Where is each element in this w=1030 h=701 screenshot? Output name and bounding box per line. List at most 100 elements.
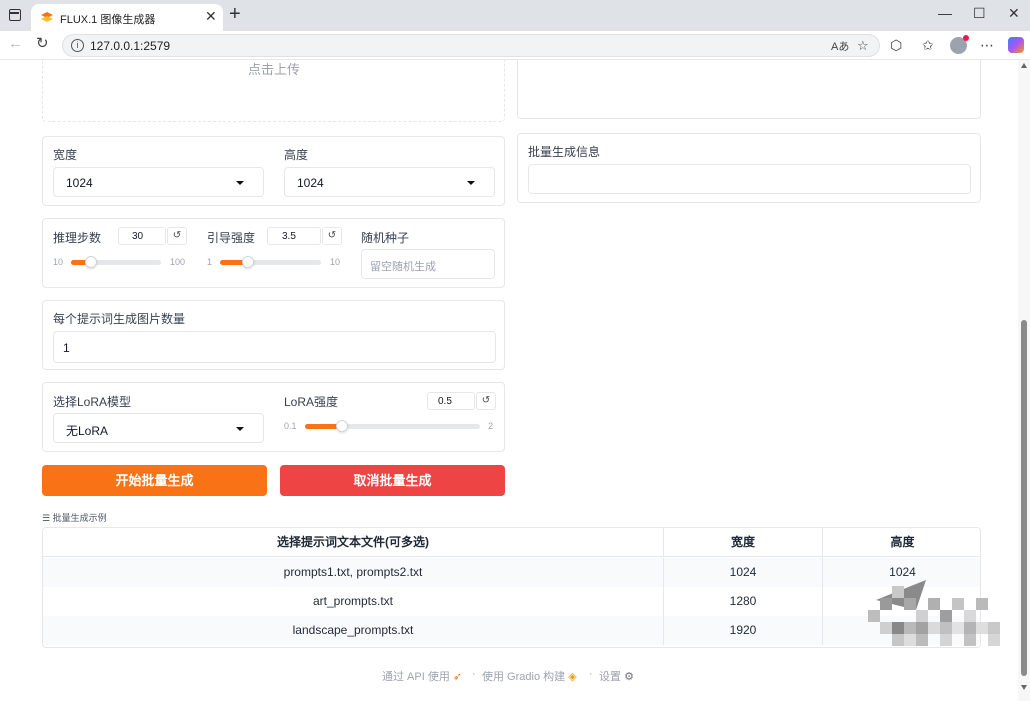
extensions-icon[interactable]: ⬡ (890, 37, 902, 53)
lora-strength-label: LoRA强度 (284, 395, 339, 409)
footer-api-link[interactable]: 通过 API 使用 ➶ (382, 668, 462, 684)
lora-model-dropdown[interactable]: 无LoRA (53, 413, 264, 443)
output-panel (517, 60, 981, 119)
footer-settings-link[interactable]: 设置 ⚙ (599, 668, 634, 684)
minimize-button[interactable]: — (938, 5, 952, 21)
address-bar[interactable]: i 127.0.0.1:2579 Aあ ☆ (62, 34, 880, 57)
count-label: 每个提示词生成图片数量 (53, 312, 186, 326)
footer-api-text: 通过 API 使用 (382, 671, 450, 683)
browser-toolbar: ← ↻ i 127.0.0.1:2579 Aあ ☆ ⬡ ✩ ⋯ (0, 31, 1030, 60)
steps-label: 推理步数 (53, 231, 102, 245)
footer-gradio-link[interactable]: 使用 Gradio 构建 ◈ (482, 668, 577, 684)
close-window-button[interactable]: ✕ (1008, 5, 1020, 21)
copilot-icon[interactable] (1008, 37, 1024, 53)
batch-info-textbox[interactable] (528, 164, 971, 194)
maximize-button[interactable]: ☐ (973, 5, 986, 21)
table-header-cell: 高度 (890, 535, 915, 549)
site-info-icon[interactable]: i (71, 39, 84, 52)
width-dropdown[interactable]: 1024 (53, 167, 264, 197)
favorite-star-icon[interactable]: ☆ (857, 38, 869, 54)
gear-icon: ⚙ (624, 671, 634, 683)
seed-label: 随机种子 (361, 231, 410, 245)
lora-strength-min: 0.1 (284, 421, 297, 431)
lora-strength-value: 0.5 (438, 396, 452, 407)
cancel-batch-button[interactable]: 取消批量生成 (280, 465, 505, 496)
table-row[interactable]: prompts1.txt, prompts2.txt 1024 1024 (43, 558, 980, 587)
height-value: 1024 (297, 176, 324, 190)
lora-strength-reset-icon[interactable]: ↺ (476, 392, 496, 410)
upload-label: 点击上传 (248, 62, 301, 77)
reload-icon[interactable]: ↻ (36, 36, 49, 52)
scroll-up-arrow-icon[interactable] (1021, 63, 1027, 68)
guidance-input[interactable]: 3.5 (267, 227, 321, 245)
more-menu-icon[interactable]: ⋯ (980, 37, 994, 53)
count-panel: 每个提示词生成图片数量 1 (42, 300, 505, 370)
file-upload-dropzone[interactable]: 点击上传 (42, 60, 505, 122)
guidance-slider[interactable] (220, 256, 321, 268)
rocket-icon: ➶ (452, 671, 463, 683)
browser-tab-bar: FLUX.1 图像生成器 ✕ + — ☐ ✕ (0, 0, 1030, 31)
batch-info-panel: 批量生成信息 (517, 133, 981, 203)
footer-separator: · (589, 668, 593, 680)
guidance-value: 3.5 (282, 231, 296, 242)
new-tab-button[interactable]: + (229, 4, 241, 24)
params-panel: 推理步数 30 ↺ 10 100 引导强度 3.5 ↺ 1 10 随机种子 留空… (42, 218, 505, 288)
lora-strength-input[interactable]: 0.5 (427, 392, 475, 410)
width-value: 1024 (66, 176, 93, 190)
table-header-cell: 宽度 (664, 528, 823, 557)
footer-gradio-text: 使用 Gradio 构建 (482, 671, 566, 683)
guidance-slider-thumb[interactable] (242, 256, 255, 268)
guidance-min: 1 (207, 257, 213, 267)
lora-panel: 选择LoRA模型 无LoRA LoRA强度 0.5 ↺ 0.1 2 (42, 382, 505, 452)
steps-input[interactable]: 30 (118, 227, 166, 245)
guidance-label: 引导强度 (207, 231, 256, 245)
height-label: 高度 (284, 148, 309, 162)
tab-actions-icon[interactable] (9, 9, 21, 21)
steps-value: 30 (132, 231, 144, 242)
table-header-cell: 选择提示词文本文件(可多选) (43, 528, 664, 557)
chevron-down-icon (236, 427, 244, 431)
back-icon[interactable]: ← (8, 36, 23, 52)
table-cell: 1280 (664, 587, 823, 616)
table-row[interactable]: art_prompts.txt 1280 (43, 587, 980, 616)
table-header-row: 选择提示词文本文件(可多选) 宽度 高度 (43, 528, 980, 557)
pixelated-watermark (868, 580, 1000, 646)
lora-strength-slider-thumb[interactable] (335, 420, 348, 432)
height-dropdown[interactable]: 1024 (284, 167, 495, 197)
width-label: 宽度 (53, 148, 78, 162)
batch-info-label: 批量生成信息 (528, 145, 601, 159)
steps-slider[interactable] (71, 256, 161, 268)
url-text: 127.0.0.1:2579 (90, 39, 171, 53)
scrollbar-thumb[interactable] (1021, 320, 1027, 676)
footer-separator: · (472, 668, 476, 680)
footer-settings-text: 设置 (599, 671, 621, 683)
guidance-max: 10 (330, 257, 341, 267)
seed-input[interactable]: 留空随机生成 (361, 249, 495, 279)
table-row[interactable]: landscape_prompts.txt 1920 (43, 616, 980, 645)
table-cell: prompts1.txt, prompts2.txt (43, 558, 664, 587)
steps-slider-thumb[interactable] (84, 256, 97, 268)
start-batch-button[interactable]: 开始批量生成 (42, 465, 267, 496)
scroll-down-arrow-icon[interactable] (1021, 685, 1027, 690)
favorites-icon[interactable]: ✩ (922, 37, 934, 53)
guidance-reset-icon[interactable]: ↺ (322, 227, 342, 245)
size-panel: 宽度 1024 高度 1024 (42, 136, 505, 206)
read-aloud-icon[interactable]: Aあ (831, 38, 849, 54)
table-cell: art_prompts.txt (43, 587, 664, 616)
lora-strength-max: 2 (488, 421, 494, 431)
lora-strength-slider[interactable] (305, 420, 480, 432)
count-value: 1 (63, 341, 70, 355)
tab-title: FLUX.1 图像生成器 (60, 14, 156, 26)
chevron-down-icon (236, 181, 244, 185)
steps-reset-icon[interactable]: ↺ (167, 227, 187, 245)
lora-model-label: 选择LoRA模型 (53, 395, 132, 409)
tab-close-icon[interactable]: ✕ (205, 9, 217, 23)
lora-model-value: 无LoRA (66, 424, 109, 438)
browser-tab[interactable]: FLUX.1 图像生成器 ✕ (31, 4, 223, 31)
profile-avatar[interactable] (950, 35, 969, 54)
page-viewport: 点击上传 批量生成信息 宽度 1024 高度 1024 推理步数 30 ↺ 10 (0, 60, 1030, 701)
page-scrollbar[interactable] (1018, 60, 1030, 701)
count-input[interactable]: 1 (53, 331, 496, 363)
steps-max: 100 (170, 257, 186, 267)
table-cell: landscape_prompts.txt (43, 616, 664, 645)
